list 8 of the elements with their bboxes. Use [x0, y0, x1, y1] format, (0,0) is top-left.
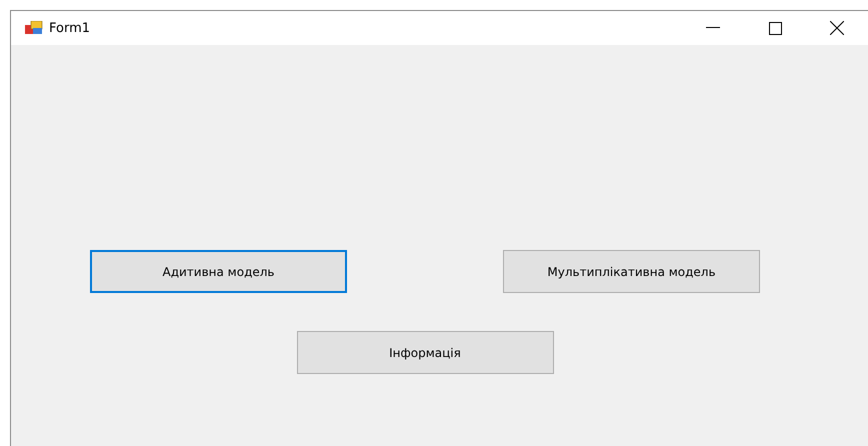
close-icon: [830, 21, 844, 35]
form-button[interactable]: Адитивна модель: [90, 250, 347, 293]
form-button[interactable]: Інформація: [296, 331, 554, 374]
form-button[interactable]: Мультиплікативна модель: [503, 250, 760, 293]
window-title: Form1: [49, 20, 92, 36]
maximize-icon: [768, 22, 782, 34]
minimize-icon: [706, 27, 720, 29]
app-icon: [25, 21, 43, 35]
